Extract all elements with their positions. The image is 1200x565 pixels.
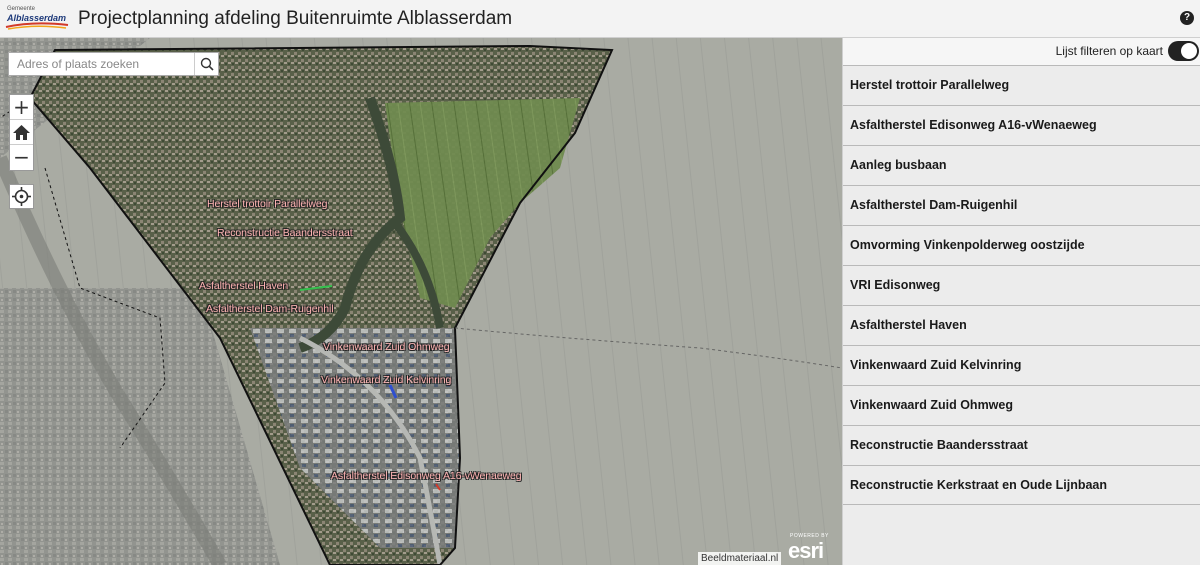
map-label-reconstructie-baandersstraat[interactable]: Reconstructie Baandersstraat — [217, 227, 353, 239]
esri-wordmark: esri — [788, 538, 824, 563]
project-item[interactable]: Vinkenwaard Zuid Kelvinring — [843, 345, 1200, 385]
project-item[interactable]: VRI Edisonweg — [843, 265, 1200, 305]
zoom-in-button[interactable]: + — [10, 95, 33, 120]
home-button[interactable] — [10, 120, 33, 145]
map-view[interactable]: Herstel trottoir Parallelweg Reconstruct… — [0, 38, 842, 565]
gemeente-logo: Gemeente Alblasserdam — [4, 4, 70, 34]
satellite-basemap — [0, 38, 842, 565]
project-list-panel: Lijst filteren op kaart Herstel trottoir… — [842, 38, 1200, 565]
logo-top-text: Gemeente — [7, 6, 36, 12]
app-title: Projectplanning afdeling Buitenruimte Al… — [78, 8, 513, 29]
map-label-asfaltherstel-haven[interactable]: Asfaltherstel Haven — [199, 280, 288, 292]
crosshair-icon — [12, 187, 31, 206]
map-label-asfaltherstel-dam-ruigenhil[interactable]: Asfaltherstel Dam-Ruigenhil — [206, 303, 334, 315]
filter-toggle[interactable] — [1168, 41, 1199, 61]
map-label-vinkenwaard-ohmweg[interactable]: Vinkenwaard Zuid Ohmweg — [323, 341, 450, 353]
project-item[interactable]: Reconstructie Kerkstraat en Oude Lijnbaa… — [843, 465, 1200, 505]
filter-row: Lijst filteren op kaart — [843, 38, 1200, 65]
map-label-herstel-trottoir[interactable]: Herstel trottoir Parallelweg — [207, 198, 327, 210]
filter-label: Lijst filteren op kaart — [1055, 44, 1163, 58]
search-input[interactable] — [9, 53, 195, 75]
project-item[interactable]: Asfaltherstel Edisonweg A16-vWenaeweg — [843, 105, 1200, 145]
project-list: Herstel trottoir Parallelweg Asfaltherst… — [843, 65, 1200, 505]
project-item[interactable]: Reconstructie Baandersstraat — [843, 425, 1200, 465]
map-label-vinkenwaard-kelvinring[interactable]: Vinkenwaard Zuid Kelvinring — [321, 374, 451, 386]
question-circle-icon[interactable]: ? — [1180, 11, 1194, 25]
zoom-controls: + − — [9, 94, 34, 171]
app-header: Gemeente Alblasserdam Projectplanning af… — [0, 0, 1200, 38]
address-search — [8, 52, 219, 76]
zoom-out-button[interactable]: − — [10, 145, 33, 170]
project-item[interactable]: Aanleg busbaan — [843, 145, 1200, 185]
project-item[interactable]: Asfaltherstel Haven — [843, 305, 1200, 345]
project-item[interactable]: Herstel trottoir Parallelweg — [843, 65, 1200, 105]
project-item[interactable]: Vinkenwaard Zuid Ohmweg — [843, 385, 1200, 425]
map-label-asfaltherstel-edisonweg[interactable]: Asfaltherstel Edisonweg A16-vWenaeweg — [331, 470, 522, 482]
search-button[interactable] — [194, 53, 218, 75]
project-item[interactable]: Asfaltherstel Dam-Ruigenhil — [843, 185, 1200, 225]
esri-logo[interactable]: POWERED BY esri — [786, 532, 838, 564]
logo-swoosh-icon — [5, 22, 69, 30]
locate-button[interactable] — [9, 184, 34, 209]
project-item[interactable]: Omvorming Vinkenpolderweg oostzijde — [843, 225, 1200, 265]
toggle-knob — [1181, 43, 1197, 59]
search-icon — [200, 57, 214, 71]
map-attribution[interactable]: Beeldmateriaal.nl — [698, 552, 782, 565]
home-icon — [13, 125, 30, 140]
